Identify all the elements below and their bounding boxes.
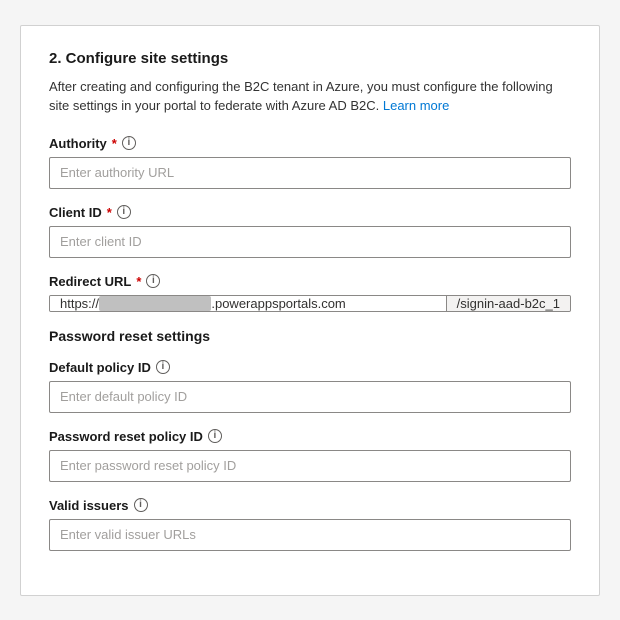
- authority-label: Authority * i: [49, 136, 571, 151]
- valid-issuers-input[interactable]: [49, 519, 571, 551]
- redirect-url-field-group: Redirect URL * i https://███████████.pow…: [49, 274, 571, 312]
- configure-site-settings-card: 2. Configure site settings After creatin…: [20, 25, 600, 596]
- redirect-url-label: Redirect URL * i: [49, 274, 571, 289]
- learn-more-link[interactable]: Learn more: [383, 98, 449, 113]
- valid-issuers-label: Valid issuers i: [49, 498, 571, 513]
- valid-issuers-field-group: Valid issuers i: [49, 498, 571, 551]
- password-reset-policy-input[interactable]: [49, 450, 571, 482]
- client-id-info-icon[interactable]: i: [117, 205, 131, 219]
- redirect-url-info-icon[interactable]: i: [146, 274, 160, 288]
- password-reset-policy-field-group: Password reset policy ID i: [49, 429, 571, 482]
- authority-required: *: [112, 136, 117, 151]
- default-policy-input[interactable]: [49, 381, 571, 413]
- client-id-label: Client ID * i: [49, 205, 571, 220]
- default-policy-info-icon[interactable]: i: [156, 360, 170, 374]
- password-reset-policy-label: Password reset policy ID i: [49, 429, 571, 444]
- default-policy-field-group: Default policy ID i: [49, 360, 571, 413]
- valid-issuers-info-icon[interactable]: i: [134, 498, 148, 512]
- redirect-url-wrapper: https://███████████.powerappsportals.com…: [49, 295, 571, 312]
- section-title: 2. Configure site settings: [49, 50, 571, 67]
- redirect-url-suffix-label: /signin-aad-b2c_1: [446, 296, 570, 311]
- client-id-field-group: Client ID * i: [49, 205, 571, 258]
- client-id-input[interactable]: [49, 226, 571, 258]
- password-reset-policy-info-icon[interactable]: i: [208, 429, 222, 443]
- redirect-url-display: https://███████████.powerappsportals.com: [50, 296, 446, 311]
- default-policy-label: Default policy ID i: [49, 360, 571, 375]
- authority-field-group: Authority * i: [49, 136, 571, 189]
- description-text: After creating and configuring the B2C t…: [49, 77, 571, 116]
- authority-info-icon[interactable]: i: [122, 136, 136, 150]
- client-id-required: *: [107, 205, 112, 220]
- redirect-url-required: *: [136, 274, 141, 289]
- password-reset-section-title: Password reset settings: [49, 328, 571, 344]
- authority-input[interactable]: [49, 157, 571, 189]
